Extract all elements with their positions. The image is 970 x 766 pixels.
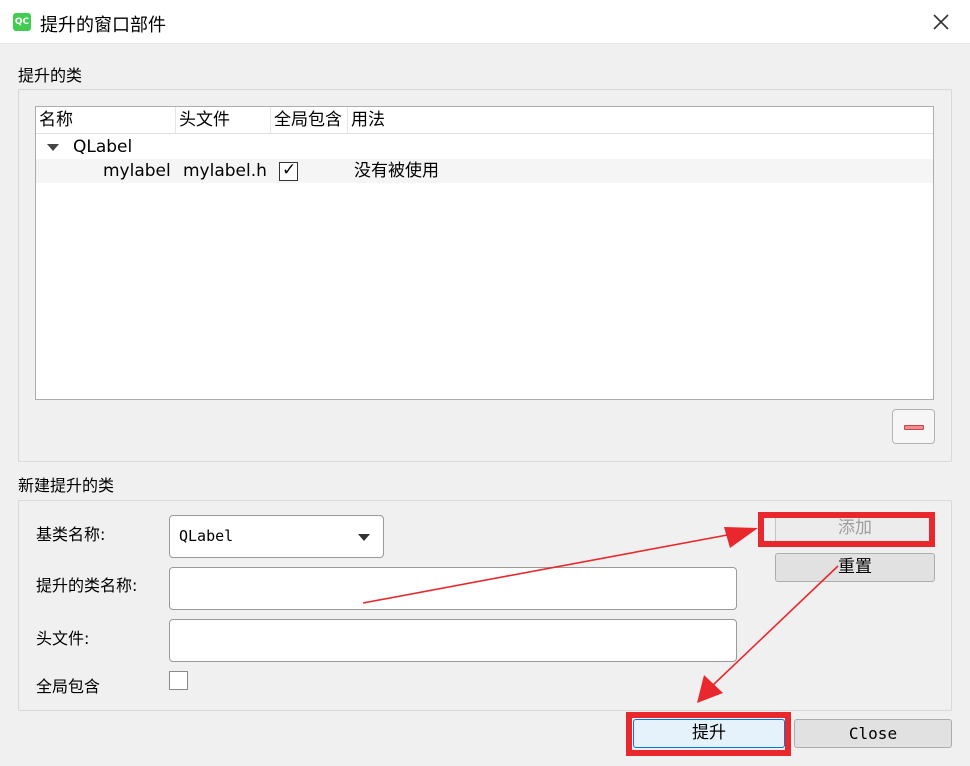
close-icon[interactable]	[926, 8, 956, 36]
column-header-header-file[interactable]: 头文件	[176, 107, 271, 134]
checkmark-icon: ✓	[282, 160, 297, 180]
reset-button[interactable]: 重置	[775, 553, 935, 582]
row-name: mylabel	[103, 161, 171, 181]
global-include-checkbox[interactable]	[169, 671, 188, 690]
minus-icon	[904, 425, 924, 430]
global-include-label: 全局包含	[36, 677, 101, 696]
row-usage: 没有被使用	[354, 161, 439, 181]
close-button[interactable]: Close	[794, 719, 952, 748]
annotation-box-promote	[626, 712, 791, 756]
tree-parent-label: QLabel	[73, 137, 133, 157]
tree-row-parent[interactable]: QLabel	[36, 135, 933, 159]
row-global-include-checkbox[interactable]: ✓	[279, 160, 298, 181]
header-file-input[interactable]	[169, 619, 737, 662]
column-header-name[interactable]: 名称	[36, 107, 176, 134]
row-header-file: mylabel.h	[183, 161, 267, 181]
base-class-value: QLabel	[179, 527, 234, 545]
column-header-global-include[interactable]: 全局包含	[271, 107, 348, 134]
base-class-combo[interactable]: QLabel	[169, 515, 384, 558]
promoted-classes-label: 提升的类	[18, 66, 83, 85]
table-row[interactable]: mylabel mylabel.h ✓ 没有被使用	[36, 159, 933, 183]
promoted-class-name-label: 提升的类名称:	[36, 576, 138, 595]
column-header-usage[interactable]: 用法	[348, 107, 933, 134]
header-file-label: 头文件:	[36, 629, 90, 648]
base-class-label: 基类名称:	[36, 525, 106, 544]
remove-class-button[interactable]	[892, 409, 935, 444]
expand-arrow-icon[interactable]	[47, 144, 59, 151]
title-bar: QC 提升的窗口部件	[0, 0, 970, 44]
window-title: 提升的窗口部件	[40, 15, 166, 36]
promoted-class-name-input[interactable]	[169, 567, 737, 610]
chevron-down-icon	[358, 534, 370, 541]
new-promoted-class-label: 新建提升的类	[18, 476, 115, 495]
qt-creator-icon: QC	[13, 13, 31, 31]
annotation-box-add	[758, 512, 935, 547]
promoted-classes-tree[interactable]: 名称 头文件 全局包含 用法 QLabel mylabel mylabel.h …	[35, 106, 934, 400]
tree-header: 名称 头文件 全局包含 用法	[36, 107, 933, 134]
